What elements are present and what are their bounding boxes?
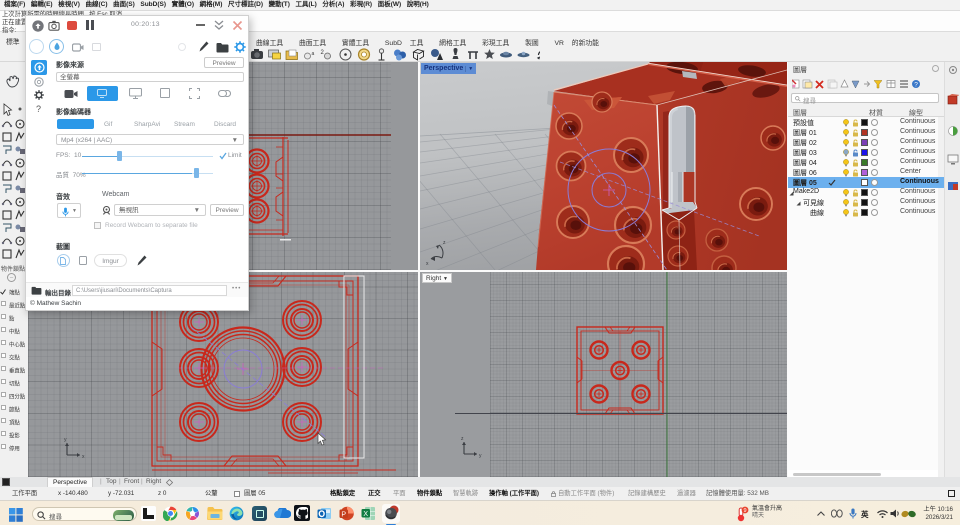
svg-text:?: ? (914, 82, 918, 89)
svg-text:x: x (426, 261, 429, 267)
svg-text:2: 2 (321, 50, 325, 56)
svg-text:z: z (461, 436, 464, 442)
svg-text:y: y (479, 453, 482, 459)
svg-text:x: x (82, 454, 85, 460)
svg-text:y: y (64, 437, 67, 443)
svg-text:a: a (312, 51, 315, 57)
